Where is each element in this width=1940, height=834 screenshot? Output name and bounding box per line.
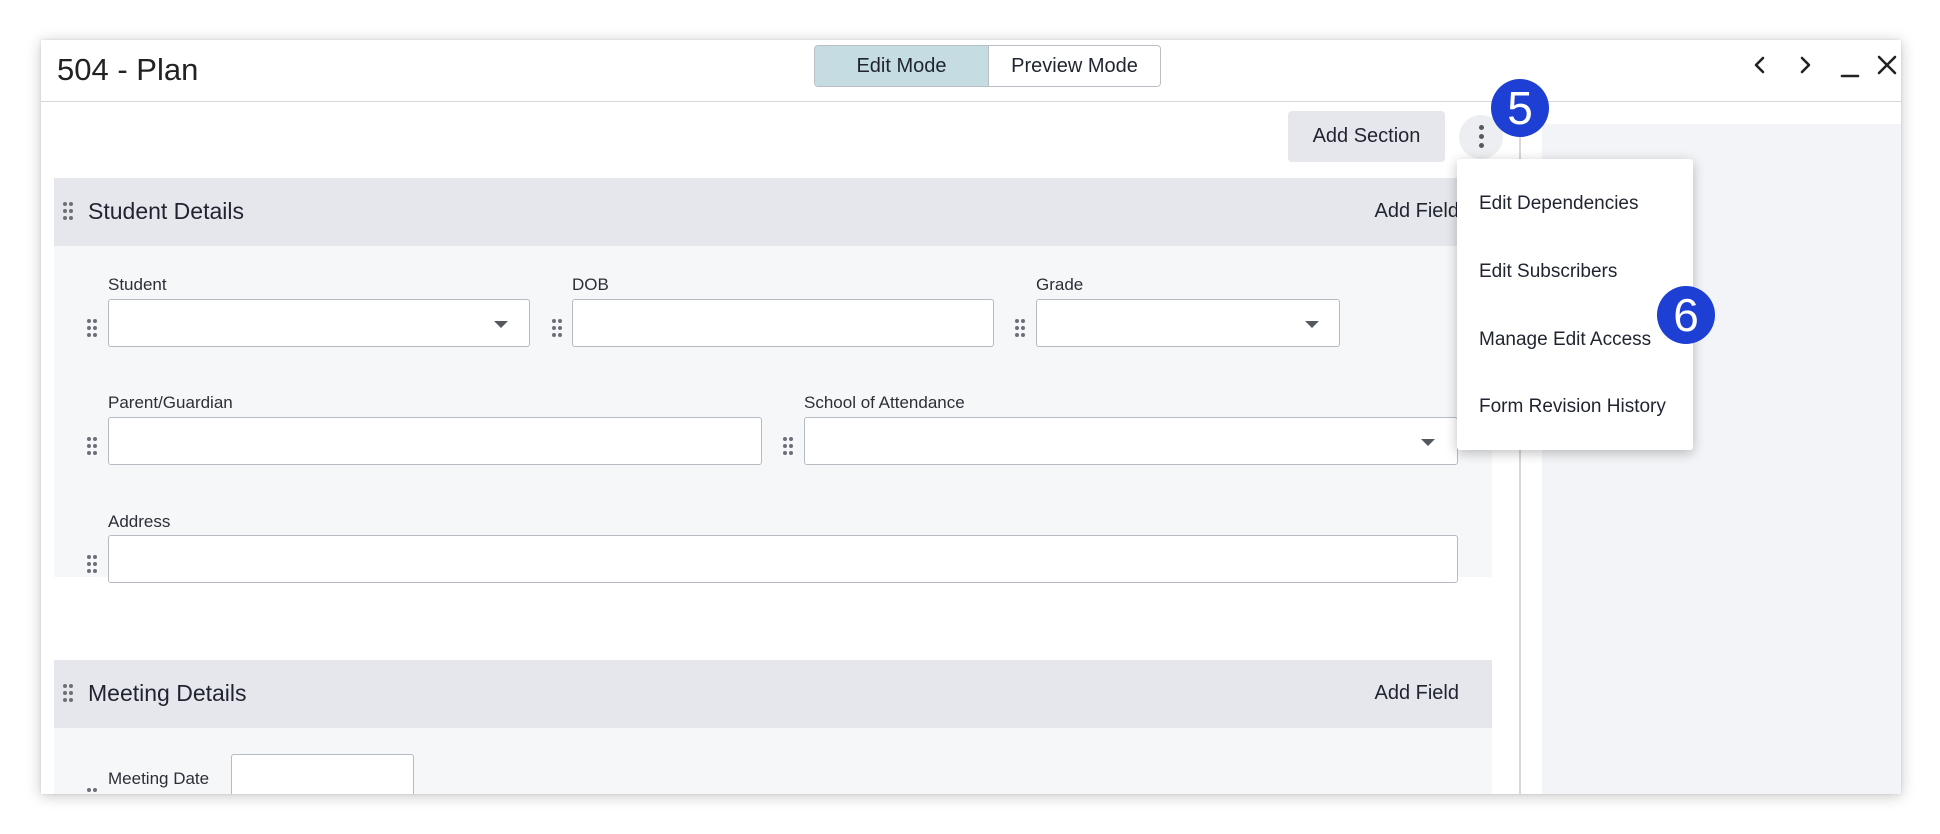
page-title: 504 - Plan <box>57 52 199 87</box>
drag-handle-icon[interactable] <box>63 684 73 702</box>
chevron-right-icon <box>1800 56 1811 74</box>
close-button[interactable] <box>1872 50 1901 80</box>
callout-badge: 5 <box>1491 79 1549 137</box>
menu-item-form-revision-history[interactable]: Form Revision History <box>1479 396 1666 418</box>
student-select[interactable] <box>108 299 530 347</box>
more-options-menu: Edit Dependencies Edit Subscribers Manag… <box>1457 159 1693 450</box>
chevron-down-icon <box>1305 321 1319 328</box>
school-of-attendance-select[interactable] <box>804 417 1458 465</box>
chevron-down-icon <box>1421 439 1435 446</box>
next-button[interactable] <box>1790 50 1820 80</box>
field-label: Address <box>108 512 171 531</box>
menu-item-edit-dependencies[interactable]: Edit Dependencies <box>1479 193 1639 215</box>
drag-handle-icon[interactable] <box>87 555 97 573</box>
section-title: Student Details <box>88 198 244 224</box>
dob-input[interactable] <box>572 299 994 347</box>
meeting-date-input[interactable] <box>231 754 414 794</box>
add-section-button[interactable]: Add Section <box>1288 111 1445 162</box>
title-bar: 504 - Plan Edit Mode Preview Mode <box>41 40 1901 102</box>
kebab-icon-dot <box>1479 134 1484 139</box>
chevron-left-icon <box>1754 56 1765 74</box>
drag-handle-icon[interactable] <box>783 437 793 455</box>
preview-mode-button[interactable]: Preview Mode <box>989 46 1160 86</box>
app-window: 504 - Plan Edit Mode Preview Mode Add Se… <box>41 40 1901 794</box>
minimize-button[interactable] <box>1835 50 1865 80</box>
drag-handle-icon[interactable] <box>87 319 97 337</box>
mode-toggle: Edit Mode Preview Mode <box>814 45 1161 87</box>
section-title: Meeting Details <box>88 680 247 706</box>
edit-mode-button[interactable]: Edit Mode <box>815 46 989 86</box>
field-label: Student <box>108 275 167 294</box>
grade-select[interactable] <box>1036 299 1340 347</box>
section-meeting-details: Meeting Details Add Field Meeting Date <box>54 660 1492 794</box>
parent-guardian-input[interactable] <box>108 417 762 465</box>
callout-badge: 6 <box>1657 286 1715 344</box>
kebab-icon-dot <box>1479 143 1484 148</box>
field-label: Parent/Guardian <box>108 393 233 412</box>
menu-item-manage-edit-access[interactable]: Manage Edit Access <box>1479 329 1651 351</box>
section-header: Meeting Details Add Field <box>54 660 1492 728</box>
previous-button[interactable] <box>1745 50 1775 80</box>
drag-handle-icon[interactable] <box>1015 319 1025 337</box>
drag-handle-icon[interactable] <box>87 437 97 455</box>
section-student-details: Student Details Add Field Student DOB Gr… <box>54 178 1492 583</box>
add-field-button[interactable]: Add Field <box>1375 200 1460 223</box>
add-field-button[interactable]: Add Field <box>1375 682 1460 705</box>
minimize-icon <box>1840 74 1860 78</box>
close-icon <box>1877 55 1897 75</box>
drag-handle-icon[interactable] <box>63 202 73 220</box>
kebab-icon <box>1479 125 1484 130</box>
field-label: Grade <box>1036 275 1084 294</box>
field-label: Meeting Date <box>108 769 210 788</box>
menu-item-edit-subscribers[interactable]: Edit Subscribers <box>1479 261 1617 283</box>
field-label: DOB <box>572 275 609 294</box>
address-input[interactable] <box>108 535 1458 583</box>
drag-handle-icon[interactable] <box>552 319 562 337</box>
drag-handle-icon[interactable] <box>87 788 97 794</box>
chevron-down-icon <box>494 321 508 328</box>
section-header: Student Details Add Field <box>54 178 1492 246</box>
field-label: School of Attendance <box>804 393 965 412</box>
